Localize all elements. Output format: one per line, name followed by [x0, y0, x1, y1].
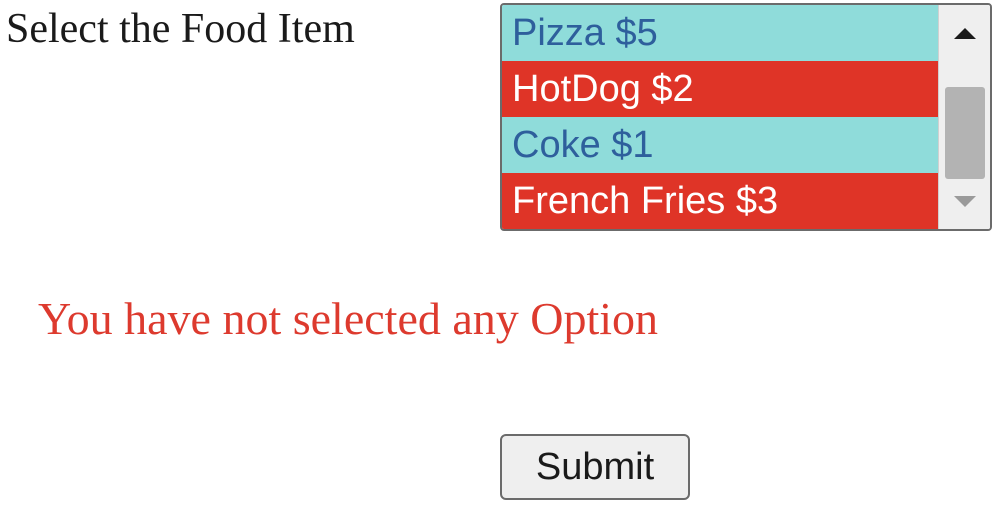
triangle-up-icon	[953, 27, 976, 39]
option-coke[interactable]: Coke $1	[502, 117, 938, 173]
option-hotdog[interactable]: HotDog $2	[502, 61, 938, 117]
scroll-thumb[interactable]	[945, 87, 985, 179]
food-selection-page: Select the Food Item Pizza $5 HotDog $2 …	[0, 0, 1000, 507]
submit-button[interactable]: Submit	[500, 434, 690, 500]
scroll-down-button[interactable]	[939, 173, 990, 229]
select-food-label: Select the Food Item	[6, 6, 355, 52]
scroll-up-button[interactable]	[939, 5, 990, 61]
food-options: Pizza $5 HotDog $2 Coke $1 French Fries …	[502, 5, 938, 229]
option-french-fries[interactable]: French Fries $3	[502, 173, 938, 229]
triangle-down-icon	[953, 195, 976, 207]
option-pizza[interactable]: Pizza $5	[502, 5, 938, 61]
food-listbox[interactable]: Pizza $5 HotDog $2 Coke $1 French Fries …	[500, 3, 992, 231]
status-message: You have not selected any Option	[38, 293, 659, 344]
listbox-scrollbar[interactable]	[938, 5, 990, 229]
